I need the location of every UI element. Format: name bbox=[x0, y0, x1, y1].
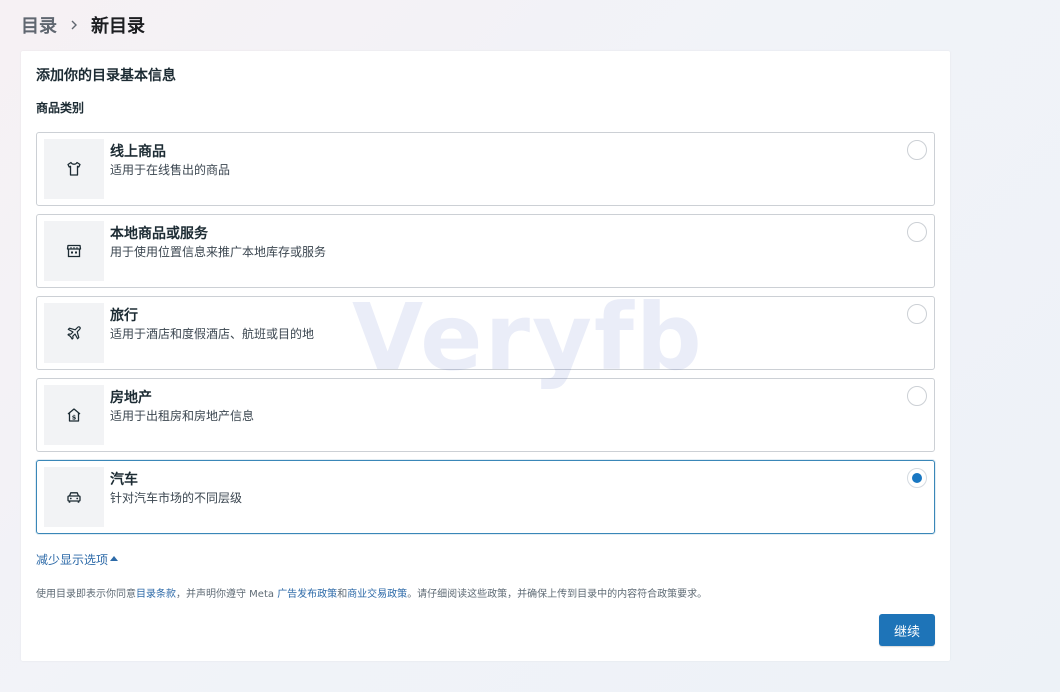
continue-button[interactable]: 继续 bbox=[879, 614, 935, 646]
caret-up-icon bbox=[110, 556, 119, 561]
option-travel[interactable]: 旅行 适用于酒店和度假酒店、航班或目的地 bbox=[36, 296, 935, 370]
catalog-terms-link[interactable]: 目录条款 bbox=[136, 589, 176, 600]
catalog-info-panel: 添加你的目录基本信息 商品类别 线上商品 适用于在线售出的商品 本地商品或服务 … bbox=[21, 51, 950, 661]
terms-text: ，并声明你遵守 Meta bbox=[176, 589, 278, 600]
terms-text: 使用目录即表示你同意 bbox=[36, 589, 136, 600]
option-local-products-services[interactable]: 本地商品或服务 用于使用位置信息来推广本地库存或服务 bbox=[36, 214, 935, 288]
commerce-policy-link[interactable]: 商业交易政策 bbox=[347, 589, 407, 600]
product-category-label: 商品类别 bbox=[36, 101, 85, 115]
house-icon: $ bbox=[44, 385, 104, 445]
radio-button[interactable] bbox=[907, 304, 927, 324]
car-icon bbox=[44, 467, 104, 527]
svg-text:$: $ bbox=[72, 413, 77, 421]
category-options: 线上商品 适用于在线售出的商品 本地商品或服务 用于使用位置信息来推广本地库存或… bbox=[36, 132, 935, 542]
show-fewer-options-link[interactable]: 减少显示选项 bbox=[36, 551, 119, 568]
terms-text: 。请仔细阅读这些政策，并确保上传到目录中的内容符合政策要求。 bbox=[407, 589, 708, 600]
option-title: 线上商品 bbox=[110, 144, 166, 160]
option-online-products[interactable]: 线上商品 适用于在线售出的商品 bbox=[36, 132, 935, 206]
option-automotive[interactable]: 汽车 针对汽车市场的不同层级 bbox=[36, 460, 935, 534]
terms-notice: 使用目录即表示你同意目录条款，并声明你遵守 Meta 广告发布政策和商业交易政策… bbox=[36, 585, 707, 600]
radio-button[interactable] bbox=[907, 386, 927, 406]
breadcrumb-root-link[interactable]: 目录 bbox=[21, 12, 57, 38]
radio-button[interactable] bbox=[907, 140, 927, 160]
option-description: 适用于出租房和房地产信息 bbox=[110, 409, 255, 423]
option-title: 旅行 bbox=[110, 308, 138, 324]
chevron-right-icon bbox=[65, 16, 83, 34]
airplane-icon bbox=[44, 303, 104, 363]
option-real-estate[interactable]: $ 房地产 适用于出租房和房地产信息 bbox=[36, 378, 935, 452]
radio-button[interactable] bbox=[907, 222, 927, 242]
radio-button-selected[interactable] bbox=[907, 468, 927, 488]
toggle-label: 减少显示选项 bbox=[36, 553, 109, 567]
option-title: 房地产 bbox=[110, 390, 152, 406]
ad-policy-link[interactable]: 广告发布政策 bbox=[277, 589, 337, 600]
store-icon bbox=[44, 221, 104, 281]
option-title: 汽车 bbox=[110, 472, 138, 488]
breadcrumb-current: 新目录 bbox=[91, 16, 145, 37]
option-description: 用于使用位置信息来推广本地库存或服务 bbox=[110, 245, 327, 259]
shirt-icon bbox=[44, 139, 104, 199]
terms-text: 和 bbox=[337, 589, 348, 600]
option-description: 适用于酒店和度假酒店、航班或目的地 bbox=[110, 327, 315, 341]
breadcrumb: 目录 新目录 bbox=[21, 12, 145, 38]
option-description: 针对汽车市场的不同层级 bbox=[110, 491, 243, 505]
option-description: 适用于在线售出的商品 bbox=[110, 163, 231, 177]
option-title: 本地商品或服务 bbox=[110, 226, 208, 242]
panel-title: 添加你的目录基本信息 bbox=[36, 68, 176, 84]
